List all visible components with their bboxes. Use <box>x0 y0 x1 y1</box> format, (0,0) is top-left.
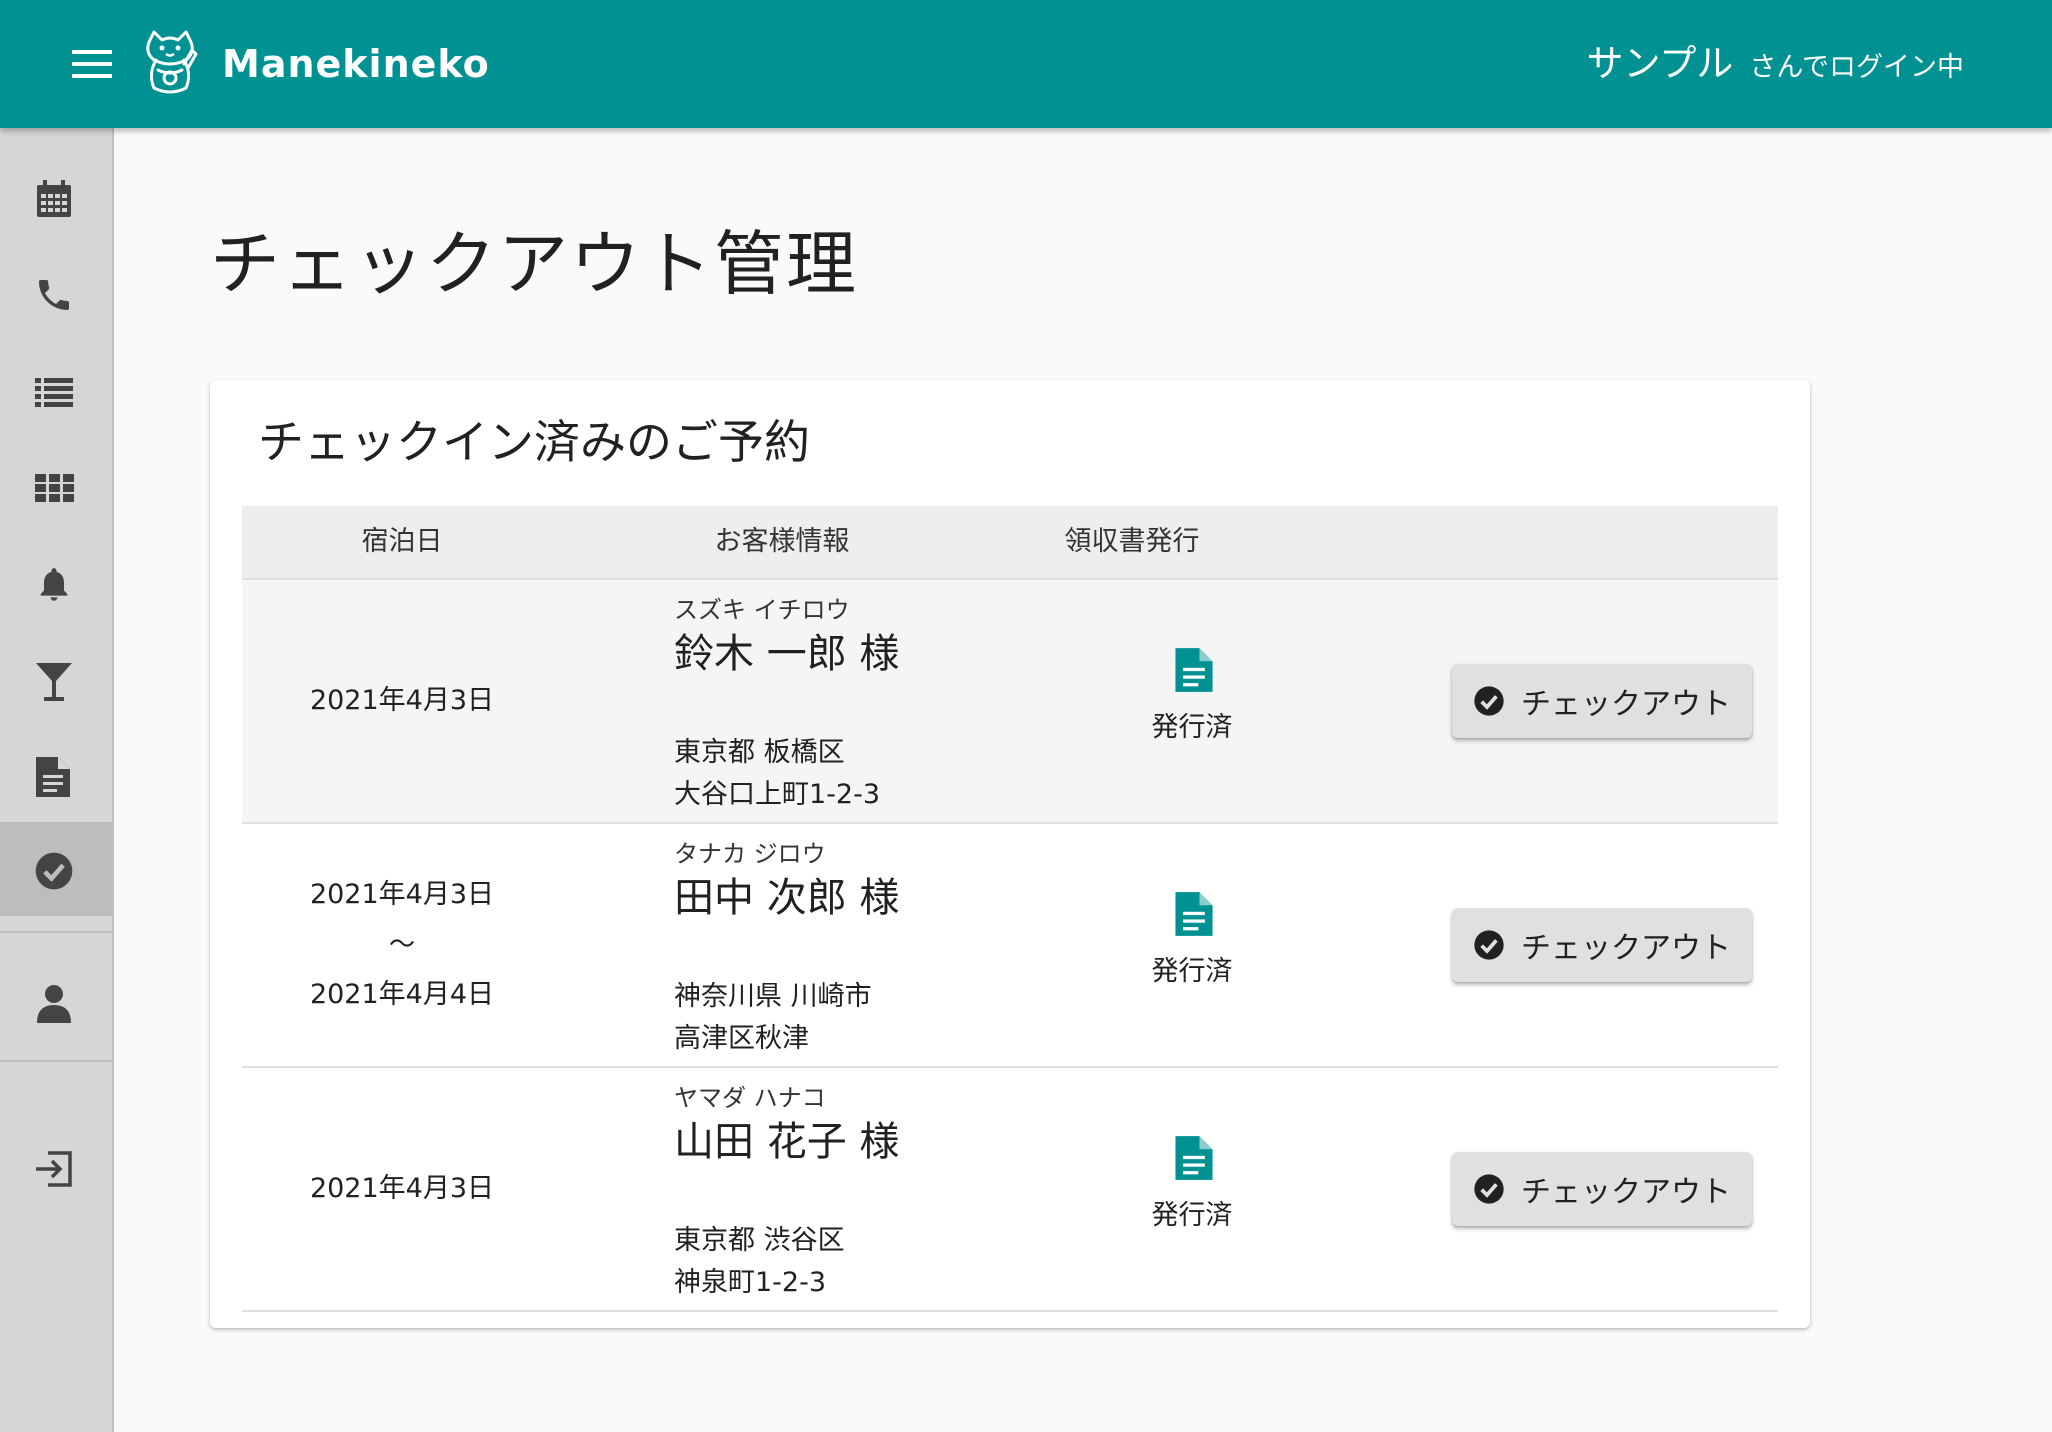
table-row: 2021年4月3日 スズキ イチロウ 鈴木 一郎 様 東京都 板橋区 大谷口上町… <box>242 580 1778 824</box>
stay-date-cell: 2021年4月3日 <box>242 1068 562 1310</box>
table-header: 宿泊日 お客様情報 領収書発行 <box>242 506 1778 580</box>
menu-button[interactable] <box>60 38 124 90</box>
date-range-separator: 〜 <box>388 930 415 960</box>
cocktail-icon <box>36 663 72 701</box>
guest-name: 鈴木 一郎 様 <box>674 631 900 677</box>
nav-item-checkout[interactable] <box>0 822 112 916</box>
stay-date: 2021年4月3日 <box>309 1173 495 1204</box>
person-icon <box>37 985 71 1023</box>
receipt-document-icon[interactable] <box>1172 646 1216 694</box>
guest-address-line2: 神泉町1-2-3 <box>674 1267 827 1298</box>
receipt-status: 発行済 <box>1151 956 1233 987</box>
app-bar: Manekineko サンプル さんでログイン中 <box>0 0 2052 128</box>
stay-date-start: 2021年4月3日 <box>309 879 495 910</box>
guest-name: 田中 次郎 様 <box>674 875 900 921</box>
checkout-button[interactable]: チェックアウト <box>1452 908 1752 982</box>
login-status: サンプル さんでログイン中 <box>1586 36 1964 99</box>
stay-date-cell: 2021年4月3日 <box>242 580 562 822</box>
hamburger-menu-icon <box>72 50 112 78</box>
logout-icon <box>36 1151 72 1187</box>
login-user-name: サンプル <box>1586 42 1734 85</box>
sidebar-divider <box>0 1060 112 1062</box>
table-row: 2021年4月3日 〜 2021年4月4日 タナカ ジロウ 田中 次郎 様 神奈… <box>242 824 1778 1068</box>
phone-icon <box>39 280 69 310</box>
list-icon <box>35 378 73 407</box>
table-row: 2021年4月3日 ヤマダ ハナコ 山田 花子 様 東京都 渋谷区 神泉町1-2… <box>242 1068 1778 1312</box>
guest-address: 神奈川県 川崎市 高津区秋津 <box>674 976 872 1060</box>
nav-item-grid[interactable] <box>0 438 112 532</box>
checkout-button[interactable]: チェックアウト <box>1452 664 1752 738</box>
guest-address: 東京都 板橋区 大谷口上町1-2-3 <box>674 732 880 816</box>
checkout-button-label: チェックアウト <box>1521 1175 1731 1210</box>
guest-name-kana: ヤマダ ハナコ <box>674 1084 826 1112</box>
check-circle-icon <box>35 852 73 890</box>
sidebar-divider <box>0 931 112 933</box>
column-header-guest-info: お客様情報 <box>714 526 850 557</box>
guest-name: 山田 花子 様 <box>674 1119 900 1165</box>
column-header-stay-date: 宿泊日 <box>361 526 443 557</box>
check-circle-icon <box>1474 686 1504 716</box>
nav-item-documents[interactable] <box>0 726 112 820</box>
calendar-icon <box>37 180 71 217</box>
bell-icon <box>40 568 68 601</box>
nav-item-account[interactable] <box>0 954 112 1048</box>
guest-address-line2: 高津区秋津 <box>674 1023 809 1054</box>
grid-icon <box>35 474 74 502</box>
guest-address: 東京都 渋谷区 神泉町1-2-3 <box>674 1220 845 1304</box>
stay-date-cell: 2021年4月3日 〜 2021年4月4日 <box>242 824 562 1066</box>
check-circle-icon <box>1474 1174 1504 1204</box>
sidebar <box>0 128 114 1432</box>
guest-name-kana: タナカ ジロウ <box>674 840 826 868</box>
card-title: チェックイン済みのご予約 <box>258 415 810 469</box>
guest-address-line1: 東京都 渋谷区 <box>674 1225 845 1256</box>
guest-address-line1: 東京都 板橋区 <box>674 737 845 768</box>
nav-item-phone[interactable] <box>0 246 112 340</box>
stay-date: 2021年4月3日 <box>309 685 495 716</box>
document-icon <box>36 757 70 797</box>
guest-address-line1: 神奈川県 川崎市 <box>674 981 872 1012</box>
stay-date-end: 2021年4月4日 <box>309 979 495 1010</box>
maneki-neko-logo-icon <box>146 30 198 94</box>
receipt-document-icon[interactable] <box>1172 1134 1216 1182</box>
receipt-document-icon[interactable] <box>1172 890 1216 938</box>
nav-item-calendar[interactable] <box>0 150 112 244</box>
check-circle-icon <box>1474 930 1504 960</box>
nav-item-list[interactable] <box>0 342 112 436</box>
checkout-button-label: チェックアウト <box>1521 931 1731 966</box>
page-title: チェックアウト管理 <box>210 223 858 305</box>
nav-item-notifications[interactable] <box>0 534 112 628</box>
nav-item-bar[interactable] <box>0 630 112 724</box>
brand-name: Manekineko <box>222 42 490 86</box>
checkout-button-label: チェックアウト <box>1521 687 1731 722</box>
checked-in-reservations-card: チェックイン済みのご予約 宿泊日 お客様情報 領収書発行 2021年4月3日 ス… <box>210 380 1810 1328</box>
checkout-button[interactable]: チェックアウト <box>1452 1152 1752 1226</box>
guest-address-line2: 大谷口上町1-2-3 <box>674 779 881 810</box>
receipt-status: 発行済 <box>1151 712 1233 743</box>
nav-item-logout[interactable] <box>0 1120 112 1214</box>
login-suffix: さんでログイン中 <box>1749 52 1964 83</box>
receipt-status: 発行済 <box>1151 1200 1233 1231</box>
guest-name-kana: スズキ イチロウ <box>674 596 850 624</box>
column-header-receipt: 領収書発行 <box>1064 526 1200 557</box>
